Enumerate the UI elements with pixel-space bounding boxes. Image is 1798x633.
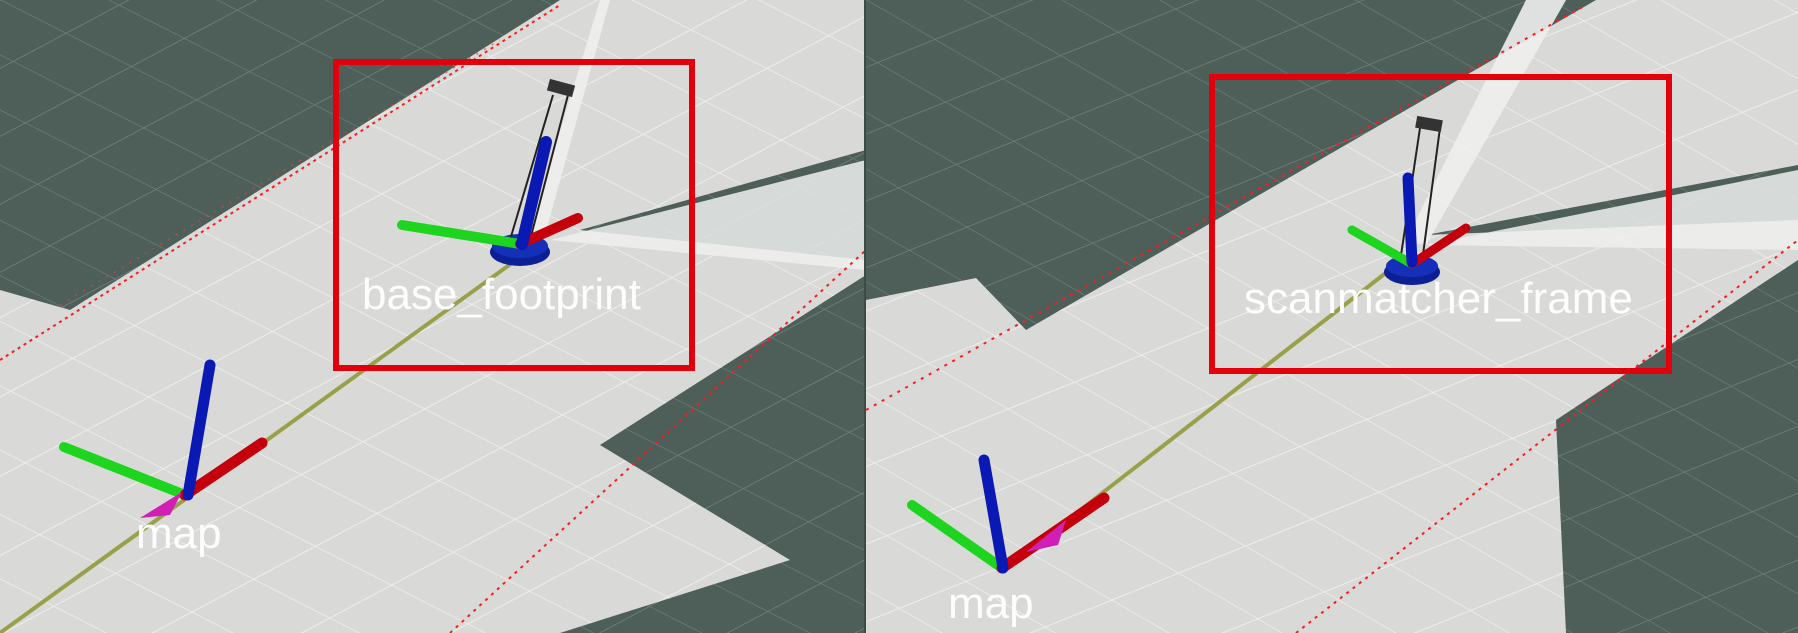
frame-label-scanmatcher-frame: scanmatcher_frame [1244, 274, 1633, 323]
frame-label-map: map [948, 579, 1034, 628]
rviz-3d-scene-right[interactable]: scanmatcher_frame map [866, 0, 1798, 633]
frame-label-map: map [136, 509, 222, 558]
rviz-view-right[interactable]: scanmatcher_frame map [866, 0, 1798, 633]
rviz-view-left[interactable]: base_footprint map [0, 0, 866, 633]
rviz-3d-scene-left[interactable]: base_footprint map [0, 0, 866, 633]
axis-z [1402, 172, 1418, 268]
frame-label-base-footprint: base_footprint [362, 270, 641, 319]
